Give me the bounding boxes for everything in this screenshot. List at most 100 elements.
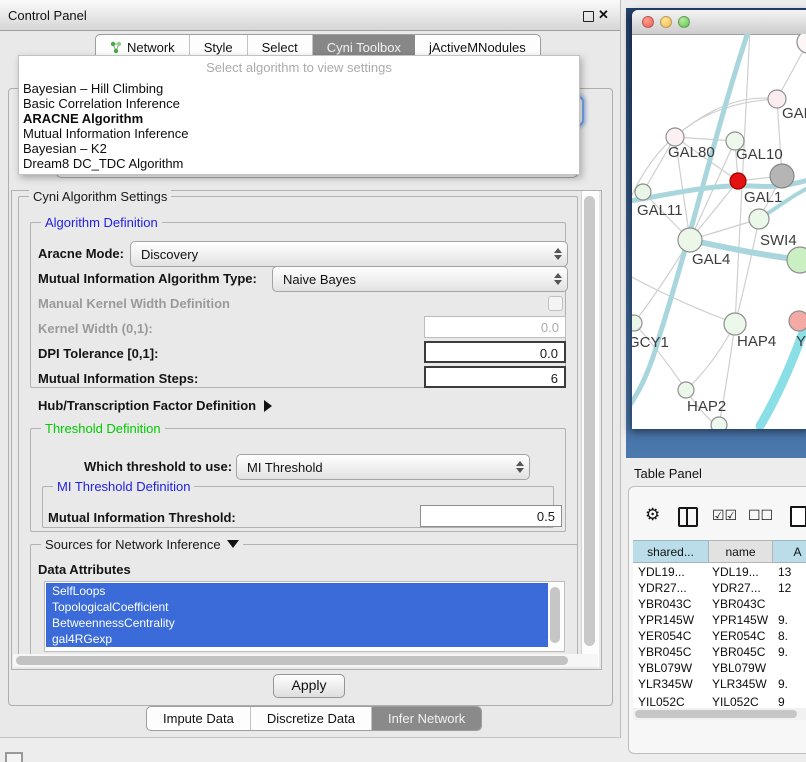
mi-steps-field[interactable]: 6 bbox=[424, 366, 566, 388]
table-cell[interactable]: 9. bbox=[778, 645, 788, 659]
table-cell[interactable]: YBR043C bbox=[638, 597, 691, 611]
apply-button[interactable]: Apply bbox=[273, 674, 345, 698]
table-cell[interactable]: YBL079W bbox=[712, 661, 766, 675]
columns-icon[interactable] bbox=[678, 507, 698, 527]
tab-discretize-data[interactable]: Discretize Data bbox=[251, 707, 372, 730]
algorithm-option-selected[interactable]: ARACNE Algorithm bbox=[23, 111, 143, 126]
document-icon[interactable] bbox=[790, 506, 806, 527]
algorithm-option[interactable]: Dream8 DC_TDC Algorithm bbox=[23, 156, 183, 171]
control-panel-titlebar[interactable]: Control Panel ✕ bbox=[0, 0, 620, 31]
hub-section-toggle[interactable]: Hub/Transcription Factor Definition bbox=[38, 398, 272, 413]
table-cell[interactable]: YIL052C bbox=[712, 695, 759, 708]
which-threshold-value: MI Threshold bbox=[237, 460, 511, 475]
list-item[interactable]: gal4RGexp bbox=[46, 631, 553, 647]
algorithm-option[interactable]: Mutual Information Inference bbox=[23, 126, 188, 141]
algorithm-option[interactable]: Basic Correlation Inference bbox=[23, 96, 180, 111]
tab-select-label: Select bbox=[262, 40, 298, 55]
node-partial-top[interactable] bbox=[797, 34, 806, 53]
list-item[interactable]: BetweennessCentrality bbox=[46, 615, 553, 631]
table-cell[interactable]: YER054C bbox=[712, 629, 765, 643]
node-hap2[interactable] bbox=[678, 382, 694, 398]
network-window-titlebar[interactable] bbox=[632, 10, 806, 35]
network-canvas[interactable]: GAL GAL80 GAL10 GAL1 GAL11 GAL4 SWI4 GCY… bbox=[632, 34, 806, 429]
table-cell[interactable]: YLR345W bbox=[712, 677, 767, 691]
kernel-width-label: Kernel Width (0,1): bbox=[38, 321, 153, 336]
table-cell[interactable]: 12 bbox=[778, 581, 791, 595]
node-gal4[interactable] bbox=[678, 228, 702, 252]
node-salmon[interactable] bbox=[789, 311, 806, 331]
table-cell[interactable]: YBR045C bbox=[638, 645, 691, 659]
table-horizontal-scrollbar-thumb[interactable] bbox=[635, 710, 797, 718]
node-gcy1[interactable] bbox=[632, 315, 642, 331]
minimize-traffic-light[interactable] bbox=[660, 16, 672, 28]
table-cell[interactable]: YBR045C bbox=[712, 645, 765, 659]
zoom-traffic-light[interactable] bbox=[678, 16, 690, 28]
node-label: GAL bbox=[782, 105, 806, 122]
close-icon[interactable]: ✕ bbox=[598, 7, 609, 23]
table-cell[interactable]: 13 bbox=[778, 565, 791, 579]
column-header-shared[interactable]: shared... bbox=[633, 540, 709, 563]
node-label: GAL1 bbox=[744, 189, 782, 206]
manual-kernel-checkbox[interactable] bbox=[548, 296, 563, 311]
tab-infer-network[interactable]: Infer Network bbox=[372, 707, 481, 730]
node-hap4[interactable] bbox=[724, 313, 746, 335]
node-label: GCY1 bbox=[632, 334, 669, 351]
group-sources-title[interactable]: Sources for Network Inference bbox=[41, 537, 243, 552]
list-item[interactable]: SelfLoops bbox=[46, 583, 553, 599]
select-all-checkboxes-icon[interactable]: ☑☑ bbox=[712, 507, 737, 524]
table-cell[interactable]: 9. bbox=[778, 677, 788, 691]
deselect-all-checkboxes-icon[interactable]: ☐☐ bbox=[748, 507, 773, 524]
column-header-partial[interactable]: A bbox=[773, 540, 806, 563]
table-cell[interactable]: YDL19... bbox=[712, 565, 759, 579]
close-traffic-light[interactable] bbox=[642, 16, 654, 28]
kernel-width-field[interactable]: 0.0 bbox=[424, 316, 566, 338]
table-cell[interactable]: YDR27... bbox=[712, 581, 761, 595]
table-cell[interactable]: 9 bbox=[778, 695, 785, 708]
mi-threshold-field[interactable]: 0.5 bbox=[420, 505, 562, 527]
which-threshold-label: Which threshold to use: bbox=[84, 459, 232, 474]
table-cell[interactable]: YDL19... bbox=[638, 565, 685, 579]
dpi-tolerance-label: DPI Tolerance [0,1]: bbox=[38, 346, 158, 361]
which-threshold-combo[interactable]: MI Threshold bbox=[236, 454, 530, 480]
table-cell[interactable]: YIL052C bbox=[638, 695, 685, 708]
vertical-scrollbar-thumb[interactable] bbox=[584, 196, 595, 646]
table-cell[interactable]: YPR145W bbox=[638, 613, 694, 627]
column-header-name[interactable]: name bbox=[709, 540, 773, 563]
table-cell[interactable]: YPR145W bbox=[712, 613, 768, 627]
network-window[interactable]: GAL GAL80 GAL10 GAL1 GAL11 GAL4 SWI4 GCY… bbox=[632, 10, 806, 429]
node-red-selected[interactable] bbox=[730, 173, 746, 189]
node-swi4[interactable] bbox=[787, 247, 806, 273]
algorithm-option[interactable]: Bayesian – K2 bbox=[23, 141, 107, 156]
horizontal-scrollbar-thumb[interactable] bbox=[16, 656, 568, 665]
table-cell[interactable]: YLR345W bbox=[638, 677, 693, 691]
node-gal11[interactable] bbox=[635, 184, 651, 200]
group-sources-title-text: Sources for Network Inference bbox=[45, 537, 221, 552]
table-cell[interactable]: YDR27... bbox=[638, 581, 687, 595]
control-panel: Control Panel ✕ Network bbox=[0, 0, 621, 738]
node-gray[interactable] bbox=[770, 164, 794, 188]
node-gal1[interactable] bbox=[749, 209, 769, 229]
float-window-icon[interactable] bbox=[583, 11, 594, 22]
list-item[interactable]: TopologicalCoefficient bbox=[46, 599, 553, 615]
screen: Control Panel ✕ Network bbox=[0, 0, 806, 762]
table-cell[interactable]: 9. bbox=[778, 613, 788, 627]
gear-icon[interactable]: ⚙ bbox=[645, 505, 660, 525]
table-cell[interactable]: YBR043C bbox=[712, 597, 765, 611]
tab-jactivemnodules-label: jActiveMNodules bbox=[429, 40, 526, 55]
table-horizontal-scrollbar[interactable] bbox=[633, 708, 806, 720]
minimized-panel-icon[interactable] bbox=[5, 752, 23, 762]
table-cell[interactable]: YBL079W bbox=[638, 661, 692, 675]
tab-impute-data[interactable]: Impute Data bbox=[147, 707, 251, 730]
node-label: SWI4 bbox=[760, 232, 797, 249]
aracne-mode-combo[interactable]: Discovery bbox=[130, 241, 568, 267]
algorithm-option[interactable]: Bayesian – Hill Climbing bbox=[23, 81, 163, 96]
mi-type-combo[interactable]: Naive Bayes bbox=[272, 266, 568, 292]
table-cell[interactable]: 8. bbox=[778, 629, 788, 643]
list-scrollbar-thumb[interactable] bbox=[550, 587, 560, 643]
list-scrollbar[interactable] bbox=[548, 583, 563, 649]
table-panel-title: Table Panel bbox=[634, 466, 702, 481]
dpi-tolerance-field[interactable]: 0.0 bbox=[424, 341, 566, 363]
table-cell[interactable]: YER054C bbox=[638, 629, 691, 643]
node-partial-bottom[interactable] bbox=[711, 417, 727, 429]
table-header: shared... name A bbox=[633, 540, 806, 563]
